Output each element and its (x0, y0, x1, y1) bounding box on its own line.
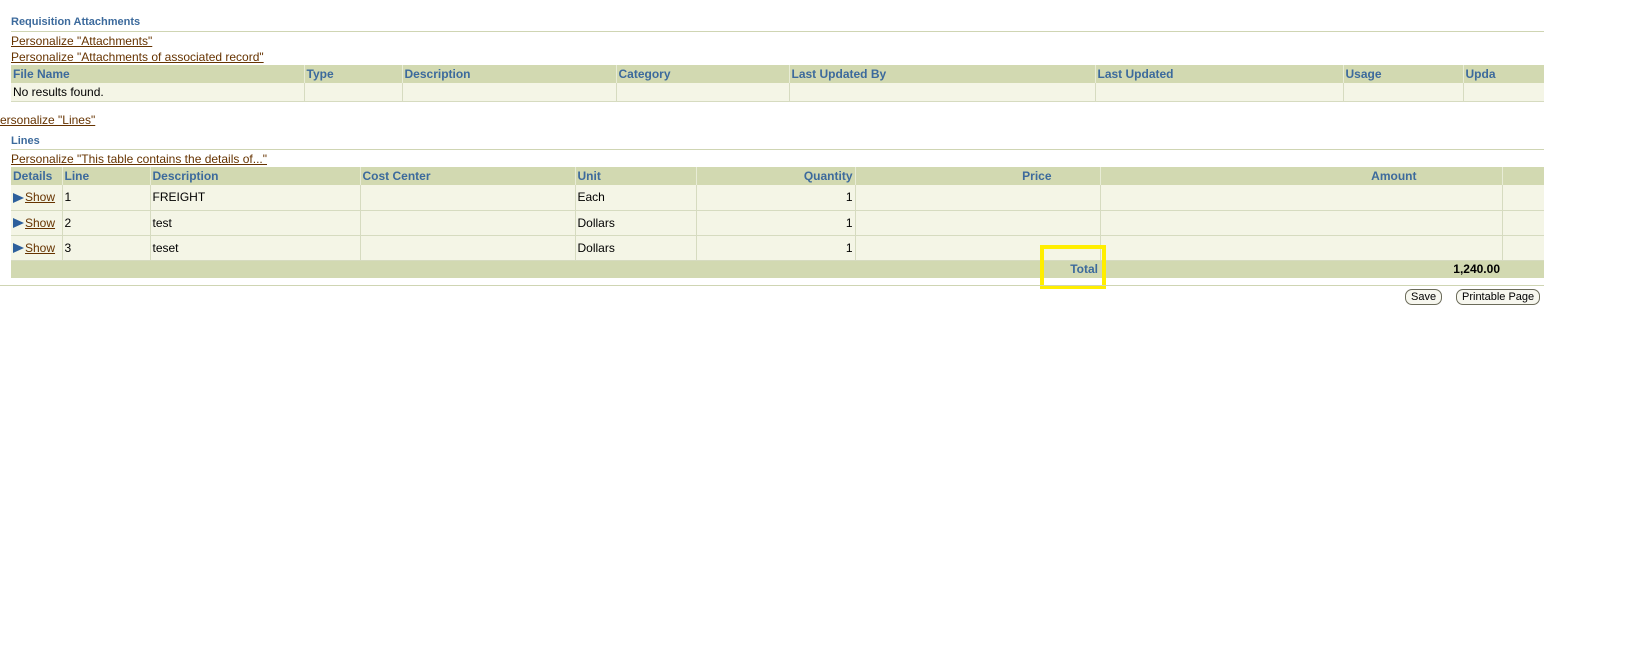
table-row: Show 2 test Dollars 1 (11, 210, 1544, 236)
description-cell: test (150, 210, 361, 236)
amount-cell (1100, 235, 1503, 261)
divider (0, 285, 1544, 286)
expand-icon[interactable] (13, 193, 24, 204)
expand-icon[interactable] (13, 243, 24, 254)
divider (11, 149, 1544, 150)
line-number: 3 (62, 235, 151, 261)
description-cell: FREIGHT (150, 185, 361, 211)
col-last-updated-by[interactable]: Last Updated By (789, 65, 1096, 83)
unit-cell: Dollars (575, 235, 697, 261)
col-price[interactable]: Price (855, 167, 1101, 185)
unit-cell: Each (575, 185, 697, 211)
unit-cell: Dollars (575, 210, 697, 236)
col-description[interactable]: Description (150, 167, 361, 185)
details-cell: Show (11, 210, 63, 236)
lines-table: Details Line Description Cost Center Uni… (11, 167, 1544, 278)
expand-icon[interactable] (13, 218, 24, 229)
col-line[interactable]: Line (62, 167, 151, 185)
col-cost-center[interactable]: Cost Center (360, 167, 576, 185)
quantity-cell: 1 (696, 185, 856, 211)
amount-cell (1100, 210, 1503, 236)
price-cell (855, 210, 1101, 236)
save-button[interactable]: Save (1405, 289, 1443, 305)
col-unit[interactable]: Unit (575, 167, 697, 185)
divider (11, 31, 1544, 32)
total-row: Total 1,240.00 (11, 260, 1544, 278)
cost-center-cell (360, 210, 576, 236)
table-row: No results found. (11, 83, 1544, 102)
quantity-cell: 1 (696, 235, 856, 261)
table-row: Show 1 FREIGHT Each 1 (11, 185, 1544, 211)
total-value: 1,240.00 (1100, 260, 1502, 278)
attachments-section-title: Requisition Attachments (11, 16, 141, 28)
quantity-cell: 1 (696, 210, 856, 236)
col-file-name[interactable]: File Name (11, 65, 305, 83)
highlight-box (1040, 245, 1106, 289)
attachments-table: File Name Type Description Category Last… (11, 65, 1544, 102)
col-type[interactable]: Type (304, 65, 403, 83)
price-cell (855, 185, 1101, 211)
personalize-lines-link[interactable]: ersonalize "Lines" (0, 113, 95, 127)
col-description[interactable]: Description (402, 65, 617, 83)
personalize-lines-table-link[interactable]: Personalize "This table contains the det… (11, 152, 267, 166)
cost-center-cell (360, 235, 576, 261)
amount-cell (1100, 185, 1503, 211)
printable-page-button[interactable]: Printable Page (1456, 289, 1541, 305)
details-cell: Show (11, 235, 63, 261)
col-usage[interactable]: Usage (1343, 65, 1464, 83)
description-cell: teset (150, 235, 361, 261)
line-number: 2 (62, 210, 151, 236)
table-row: Show 3 teset Dollars 1 (11, 235, 1544, 261)
show-details-link[interactable]: Show (25, 190, 55, 204)
show-details-link[interactable]: Show (25, 216, 55, 230)
show-details-link[interactable]: Show (25, 241, 55, 255)
personalize-attachments-link[interactable]: Personalize "Attachments" (11, 34, 152, 48)
personalize-associated-record-link[interactable]: Personalize "Attachments of associated r… (11, 50, 264, 64)
col-quantity[interactable]: Quantity (696, 167, 856, 185)
line-number: 1 (62, 185, 151, 211)
col-category[interactable]: Category (616, 65, 790, 83)
lines-section-title: Lines (11, 135, 40, 147)
col-last-updated[interactable]: Last Updated (1095, 65, 1344, 83)
cost-center-cell (360, 185, 576, 211)
details-cell: Show (11, 185, 63, 211)
col-update[interactable]: Upda (1463, 65, 1544, 83)
col-amount[interactable]: Amount (1100, 167, 1503, 185)
col-details: Details (11, 167, 63, 185)
empty-message: No results found. (11, 83, 305, 102)
